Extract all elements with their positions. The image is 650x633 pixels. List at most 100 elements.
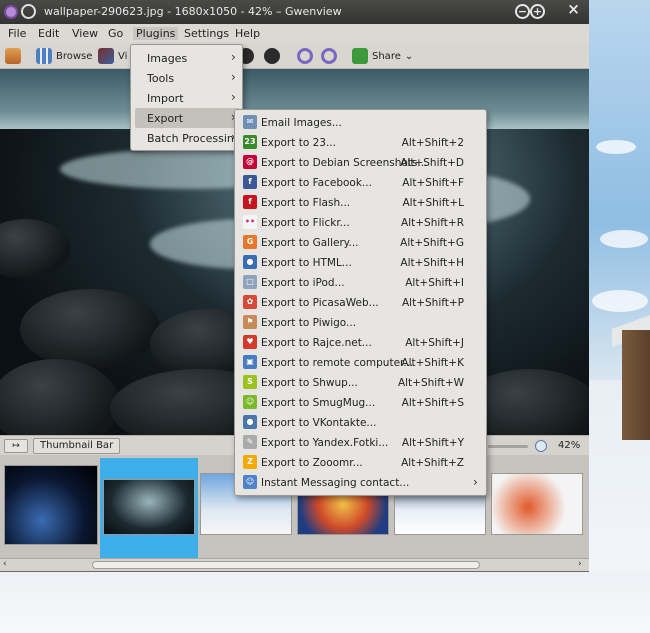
export-submenu: ✉ Email Images... 23 Export to 23... Alt+Shi… (234, 109, 487, 496)
plugins-menu-import[interactable]: Import › (135, 88, 240, 108)
piwigo-icon: ⚑ (243, 315, 257, 329)
export-menu-item[interactable]: ⚑ Export to Piwigo... (237, 313, 478, 333)
menu-file[interactable]: File (8, 27, 26, 40)
view-label: Vi (118, 50, 128, 62)
view-button[interactable]: Vi (98, 46, 127, 66)
export-menu-item[interactable]: ♥ Export to Rajce.net... Alt+Shift+J (237, 333, 478, 353)
smugmug-icon: ☺ (243, 395, 257, 409)
export-menu-item-shortcut: Alt+Shift+G (400, 237, 464, 249)
maximize-button[interactable]: + (530, 4, 545, 19)
zoom-in-icon[interactable] (535, 440, 547, 452)
picasaweb-icon: ✿ (243, 295, 257, 309)
thumbnail-scrollbar[interactable]: ‹ › (0, 558, 589, 571)
share-label: Share (372, 50, 401, 62)
thumbnail-item[interactable] (4, 465, 98, 545)
export-menu-item-label: Export to Flickr... (261, 217, 350, 229)
export-menu-item[interactable]: f Export to Flash... Alt+Shift+L (237, 193, 478, 213)
thumbnail-bar-toggle-button[interactable]: ↦ (4, 439, 28, 453)
export-menu-item[interactable]: S Export to Shwup... Alt+Shift+W (237, 373, 478, 393)
export-menu-item-shortcut: Alt+Shift+F (402, 177, 464, 189)
export-menu-item-label: Export to Yandex.Fotki... (261, 437, 389, 449)
desktop-hut (622, 330, 650, 440)
export-menu-item-label: Email Images... (261, 117, 342, 129)
ipod-icon: □ (243, 275, 257, 289)
export-menu-item-shortcut: Alt+Shift+W (397, 377, 464, 389)
close-button[interactable]: × (566, 2, 581, 19)
export-menu-item-shortcut: Alt+Shift+R (401, 217, 464, 229)
export-menu-item-shortcut: Alt+Shift+J (405, 337, 464, 349)
thumbnail-item[interactable] (491, 473, 583, 535)
export-menu-item-shortcut: Alt+Shift+S (401, 397, 464, 409)
plugins-menu-export[interactable]: Export › (135, 108, 240, 128)
export-menu-item-label: Export to Shwup... (261, 377, 358, 389)
scroll-right-arrow-icon[interactable]: › (578, 559, 582, 569)
export-menu-item[interactable]: ▣ Export to remote computer... Alt+Shift+K (237, 353, 478, 373)
share-button[interactable]: Share ⌄ (352, 46, 413, 66)
main-toolbar: Browse Vi Share ⌄ (0, 43, 589, 69)
export-menu-item-label: Export to Gallery... (261, 237, 359, 249)
export-menu-item[interactable]: @ Export to Debian Screenshots... Alt+Shif… (237, 153, 478, 173)
export-menu-item[interactable]: G Export to Gallery... Alt+Shift+G (237, 233, 478, 253)
chevron-right-icon: › (473, 475, 478, 489)
export-menu-item[interactable]: •• Export to Flickr... Alt+Shift+R (237, 213, 478, 233)
export-menu-item-label: Export to HTML... (261, 257, 352, 269)
plugins-menu: Images › Tools › Import › Export › Batch… (130, 44, 243, 151)
export-menu-item-shortcut: Alt+Shift+I (405, 277, 464, 289)
title-bar[interactable]: wallpaper-290623.jpg - 1680x1050 - 42% –… (0, 0, 589, 24)
thumbnail-item[interactable] (103, 479, 195, 535)
export-menu-item-shortcut: Alt+Shift+L (402, 197, 464, 209)
scroll-left-arrow-icon[interactable]: ‹ (3, 559, 7, 569)
export-menu-item-label: Export to VKontakte... (261, 417, 377, 429)
facebook-icon: f (243, 175, 257, 189)
export-menu-item-shortcut: Alt+Shift+D (400, 157, 464, 169)
export-menu-item[interactable]: f Export to Facebook... Alt+Shift+F (237, 173, 478, 193)
export-menu-item[interactable]: ☺ Export to SmugMug... Alt+Shift+S (237, 393, 478, 413)
plugins-menu-images[interactable]: Images › (135, 48, 240, 68)
rotate-left-button[interactable] (297, 46, 313, 66)
menu-help[interactable]: Help (235, 27, 260, 40)
gwenview-app-icon[interactable] (4, 5, 18, 19)
menu-plugins[interactable]: Plugins (133, 27, 179, 40)
home-button[interactable] (5, 46, 21, 66)
next-icon (264, 48, 280, 64)
browse-button[interactable]: Browse (36, 46, 92, 66)
image-rock (0, 219, 70, 279)
export-menu-item[interactable]: ✎ Export to Yandex.Fotki... Alt+Shift+Y (237, 433, 478, 453)
thumbnail-bar-button[interactable]: Thumbnail Bar (33, 438, 121, 454)
rotate-right-button[interactable] (321, 46, 337, 66)
export-menu-item-shortcut: Alt+Shift+P (401, 297, 464, 309)
export-menu-item[interactable]: ● Export to VKontakte... (237, 413, 478, 433)
export-menu-item[interactable]: □ Export to iPod... Alt+Shift+I (237, 273, 478, 293)
export-menu-item[interactable]: ● Export to HTML... Alt+Shift+H (237, 253, 478, 273)
next-button[interactable] (264, 46, 280, 66)
menu-go[interactable]: Go (108, 27, 123, 40)
export-menu-item[interactable]: ✉ Email Images... (237, 113, 478, 133)
export-menu-item[interactable]: ✿ Export to PicasaWeb... Alt+Shift+P (237, 293, 478, 313)
zooomr-icon: Z (243, 455, 257, 469)
export-menu-item-shortcut: Alt+Shift+K (401, 357, 464, 369)
scrollbar-handle[interactable] (92, 561, 480, 569)
export-menu-item[interactable]: ☺ Instant Messaging contact... › (237, 473, 478, 493)
export-menu-item[interactable]: 23 Export to 23... Alt+Shift+2 (237, 133, 478, 153)
rotate-right-icon (321, 48, 337, 64)
desktop-cloud (596, 140, 636, 154)
menu-edit[interactable]: Edit (38, 27, 59, 40)
window-menu-circle-icon[interactable] (21, 4, 36, 19)
zoom-slider[interactable] (488, 445, 528, 448)
email-icon: ✉ (243, 115, 257, 129)
menu-settings[interactable]: Settings (184, 27, 229, 40)
menu-view[interactable]: View (72, 27, 98, 40)
export-menu-item[interactable]: Z Export to Zooomr... Alt+Shift+Z (237, 453, 478, 473)
vkontakte-icon: ● (243, 415, 257, 429)
plugins-menu-batch-processing[interactable]: Batch Processing › (135, 128, 241, 148)
rajce-icon: ♥ (243, 335, 257, 349)
flickr-icon: •• (243, 215, 257, 229)
share-dropdown-icon[interactable]: ⌄ (405, 51, 413, 62)
menu-bar: File Edit View Go Plugins Settings Help (0, 24, 589, 43)
plugins-menu-tools[interactable]: Tools › (135, 68, 240, 88)
export-menu-item-label: Instant Messaging contact... (261, 477, 410, 489)
home-icon (5, 48, 21, 64)
window-title: wallpaper-290623.jpg - 1680x1050 - 42% –… (44, 5, 342, 18)
minimize-button[interactable]: − (515, 4, 530, 19)
zoom-value: 42% (558, 440, 581, 451)
